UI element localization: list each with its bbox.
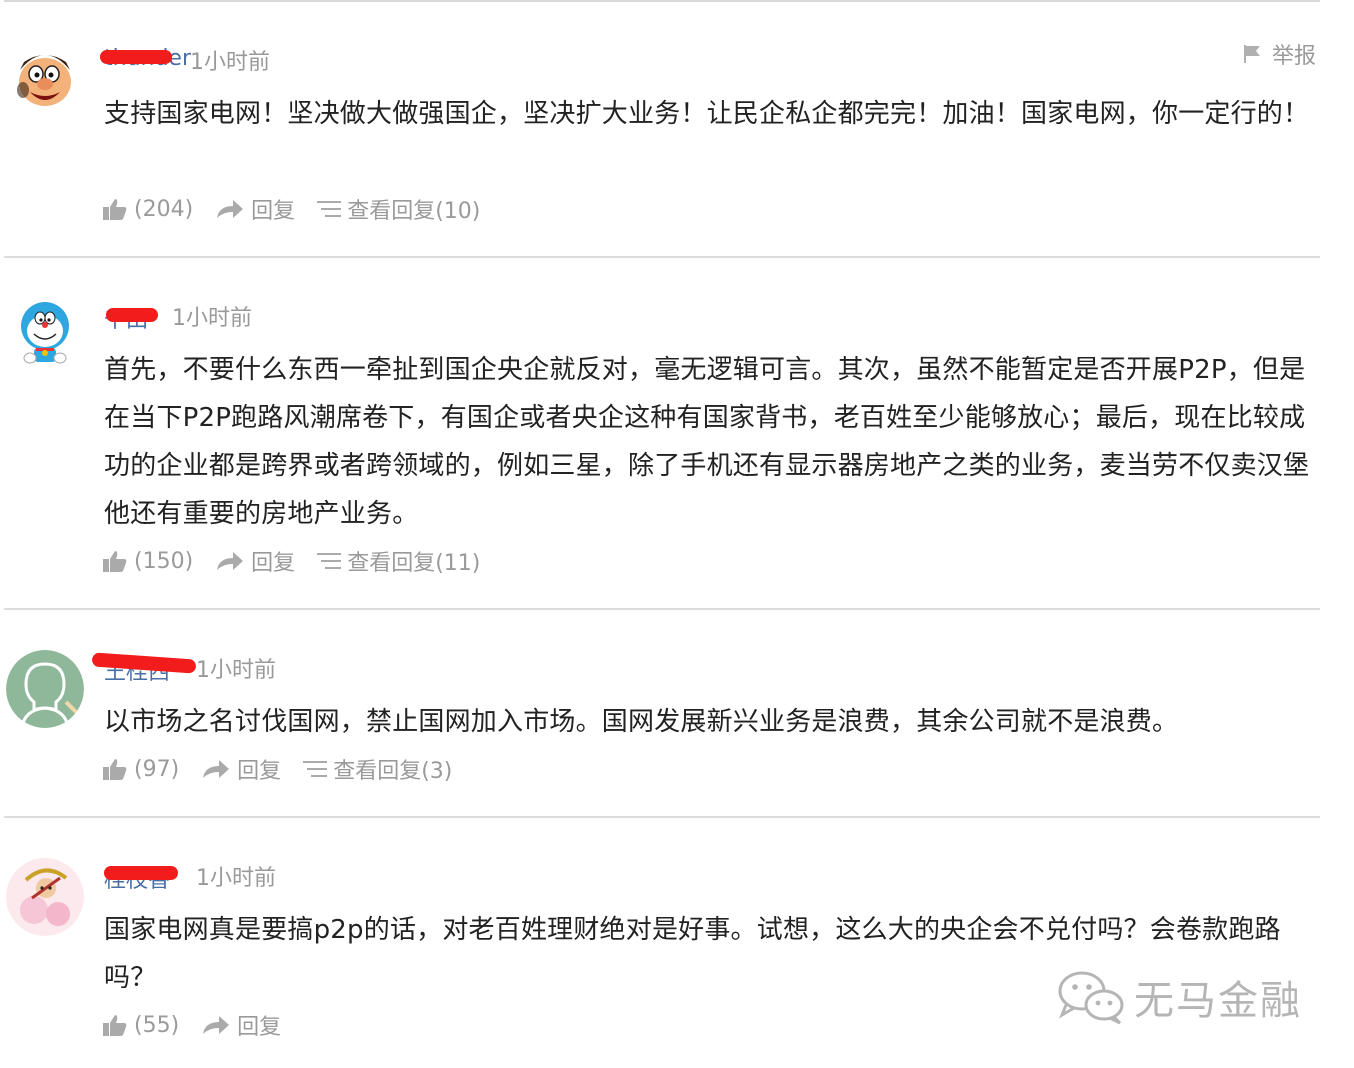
like-button[interactable]: (55) — [102, 1013, 179, 1038]
wechat-icon — [1058, 971, 1124, 1025]
reply-button[interactable]: 回复 — [201, 1009, 281, 1041]
reply-arrow-icon — [203, 1016, 230, 1034]
comment-item: 桂枝香 1小时前 国家电网真是要搞p2p的话，对老百姓理财绝对是好事。试想，这么… — [0, 0, 1354, 1068]
watermark: 无马金融 — [1056, 968, 1302, 1026]
reply-label: 回复 — [237, 1015, 282, 1040]
avatar[interactable] — [6, 858, 84, 936]
redaction-mark — [104, 866, 178, 880]
watermark-text: 无马金融 — [1134, 978, 1302, 1024]
like-count: (55) — [134, 1012, 180, 1038]
thumbs-up-icon — [103, 1015, 127, 1036]
comment-actions: (55) 回复 — [102, 1010, 303, 1040]
timestamp: 1小时前 — [196, 866, 276, 891]
